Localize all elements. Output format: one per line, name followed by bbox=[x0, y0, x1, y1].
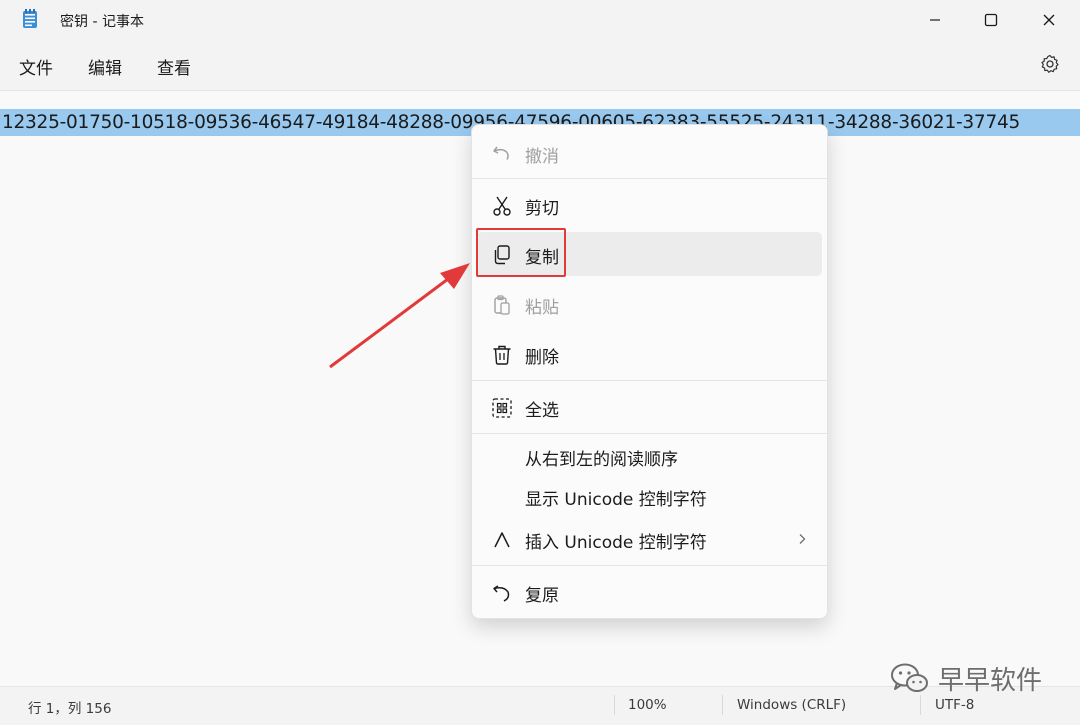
scissors-icon bbox=[493, 196, 511, 216]
chevron-right-icon bbox=[799, 534, 806, 544]
zoom-level: 100% bbox=[628, 697, 667, 713]
cut-label: 剪切 bbox=[525, 199, 559, 219]
minimize-button[interactable] bbox=[906, 0, 964, 40]
context-menu: 撤消 剪切 复制 粘贴 删除 全选 从右到左的阅读顺序 显示 Unicode 控… bbox=[471, 124, 828, 619]
wechat-logo-icon bbox=[891, 663, 928, 692]
watermark: 早早软件 bbox=[890, 660, 1042, 697]
status-separator bbox=[722, 695, 723, 715]
menu-item-show-unicode[interactable]: 显示 Unicode 控制字符 bbox=[477, 474, 822, 518]
maximize-button[interactable] bbox=[962, 0, 1020, 40]
menu-edit[interactable]: 编辑 bbox=[88, 54, 122, 79]
menu-divider bbox=[472, 178, 827, 179]
menu-item-select-all[interactable]: 全选 bbox=[477, 385, 822, 429]
menu-divider bbox=[472, 565, 827, 566]
status-separator bbox=[920, 695, 921, 715]
close-icon bbox=[1043, 14, 1055, 26]
show-unicode-label: 显示 Unicode 控制字符 bbox=[525, 490, 707, 510]
cursor-position: 行 1，列 156 bbox=[28, 701, 112, 717]
copy-highlight-box bbox=[476, 228, 566, 277]
menu-item-delete[interactable]: 删除 bbox=[477, 332, 822, 376]
encoding: UTF-8 bbox=[935, 697, 975, 713]
close-button[interactable] bbox=[1020, 0, 1078, 40]
notepad-app-icon bbox=[23, 9, 37, 28]
menu-bar: 文件 编辑 查看 bbox=[0, 40, 1080, 90]
menu-file[interactable]: 文件 bbox=[19, 54, 53, 79]
insert-unicode-label: 插入 Unicode 控制字符 bbox=[525, 533, 707, 553]
select-all-icon bbox=[492, 398, 512, 418]
window-title: 密钥 - 记事本 bbox=[60, 14, 144, 30]
undo-label: 撤消 bbox=[525, 147, 559, 167]
menu-item-paste[interactable]: 粘贴 bbox=[477, 282, 822, 326]
rtl-label: 从右到左的阅读顺序 bbox=[525, 450, 678, 470]
caret-up-icon bbox=[494, 532, 510, 548]
menu-view[interactable]: 查看 bbox=[157, 54, 191, 79]
menu-item-rtl-reading-order[interactable]: 从右到左的阅读顺序 bbox=[477, 434, 822, 478]
settings-gear-icon[interactable] bbox=[1040, 54, 1060, 74]
reconvert-label: 复原 bbox=[525, 586, 559, 606]
paste-clipboard-icon bbox=[494, 295, 510, 315]
undo-icon bbox=[493, 146, 509, 160]
watermark-text: 早早软件 bbox=[938, 666, 1043, 696]
line-ending: Windows (CRLF) bbox=[737, 697, 847, 713]
menu-item-insert-unicode[interactable]: 插入 Unicode 控制字符 bbox=[477, 517, 822, 561]
select-all-label: 全选 bbox=[525, 401, 559, 421]
menu-item-cut[interactable]: 剪切 bbox=[477, 183, 822, 227]
trash-icon bbox=[493, 345, 511, 365]
minimize-icon bbox=[930, 19, 940, 21]
paste-label: 粘贴 bbox=[525, 298, 559, 318]
delete-label: 删除 bbox=[525, 348, 559, 368]
maximize-icon bbox=[984, 13, 998, 27]
status-separator bbox=[614, 695, 615, 715]
menu-divider bbox=[472, 380, 827, 381]
menu-item-undo[interactable]: 撤消 bbox=[477, 131, 822, 175]
reconvert-icon bbox=[493, 585, 510, 602]
title-bar: 密钥 - 记事本 bbox=[0, 0, 1080, 40]
menu-item-reconvert[interactable]: 复原 bbox=[477, 570, 822, 614]
